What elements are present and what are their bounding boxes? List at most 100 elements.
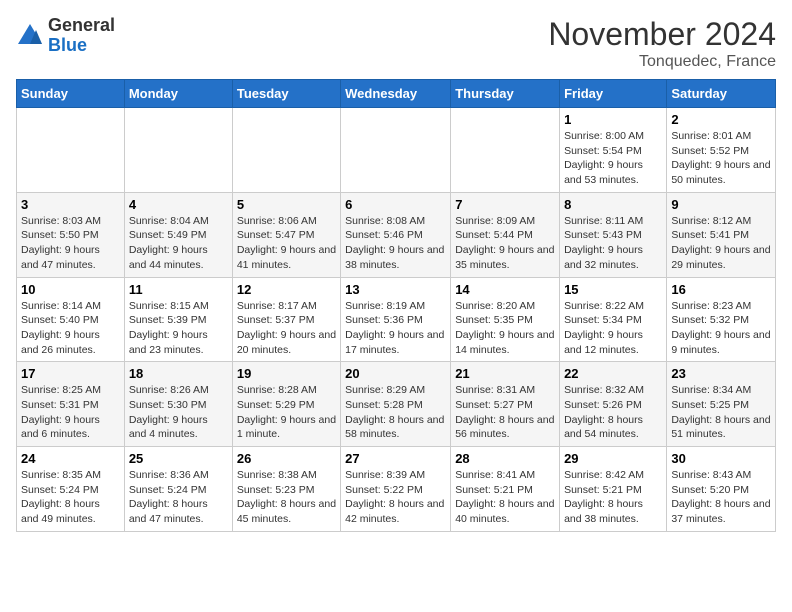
header-wednesday: Wednesday [341,80,451,108]
day-number: 17 [21,366,120,381]
day-detail: Sunrise: 8:20 AM Sunset: 5:35 PM Dayligh… [455,299,555,358]
calendar-cell: 12 Sunrise: 8:17 AM Sunset: 5:37 PM Dayli… [232,277,340,362]
day-number: 13 [345,282,446,297]
calendar-cell: 14 Sunrise: 8:20 AM Sunset: 5:35 PM Dayli… [451,277,560,362]
day-number: 4 [129,197,228,212]
day-detail: Sunrise: 8:31 AM Sunset: 5:27 PM Dayligh… [455,383,555,442]
logo-icon [16,22,44,50]
calendar-cell: 20 Sunrise: 8:29 AM Sunset: 5:28 PM Dayli… [341,362,451,447]
day-detail: Sunrise: 8:09 AM Sunset: 5:44 PM Dayligh… [455,214,555,273]
header: General Blue November 2024 Tonquedec, Fr… [16,16,776,71]
calendar-cell [451,108,560,193]
day-detail: Sunrise: 8:41 AM Sunset: 5:21 PM Dayligh… [455,468,555,527]
day-number: 14 [455,282,555,297]
day-detail: Sunrise: 8:08 AM Sunset: 5:46 PM Dayligh… [345,214,446,273]
calendar-cell [341,108,451,193]
day-detail: Sunrise: 8:00 AM Sunset: 5:54 PM Dayligh… [564,129,662,188]
day-detail: Sunrise: 8:01 AM Sunset: 5:52 PM Dayligh… [671,129,771,188]
day-number: 25 [129,451,228,466]
day-number: 12 [237,282,336,297]
day-number: 15 [564,282,662,297]
calendar-cell: 7 Sunrise: 8:09 AM Sunset: 5:44 PM Daylig… [451,192,560,277]
calendar-cell: 3 Sunrise: 8:03 AM Sunset: 5:50 PM Daylig… [17,192,125,277]
calendar-cell: 23 Sunrise: 8:34 AM Sunset: 5:25 PM Dayli… [667,362,776,447]
day-detail: Sunrise: 8:28 AM Sunset: 5:29 PM Dayligh… [237,383,336,442]
day-detail: Sunrise: 8:12 AM Sunset: 5:41 PM Dayligh… [671,214,771,273]
day-detail: Sunrise: 8:03 AM Sunset: 5:50 PM Dayligh… [21,214,120,273]
day-detail: Sunrise: 8:42 AM Sunset: 5:21 PM Dayligh… [564,468,662,527]
location: Tonquedec, France [548,53,776,71]
day-number: 5 [237,197,336,212]
calendar-cell: 21Sunrise: 8:31 AM Sunset: 5:27 PM Dayli… [451,362,560,447]
logo-general: General [48,15,115,35]
calendar-cell: 2 Sunrise: 8:01 AM Sunset: 5:52 PM Daylig… [667,108,776,193]
calendar-cell: 18 Sunrise: 8:26 AM Sunset: 5:30 PM Dayli… [124,362,232,447]
day-number: 3 [21,197,120,212]
calendar-cell: 15 Sunrise: 8:22 AM Sunset: 5:34 PM Dayli… [560,277,667,362]
day-detail: Sunrise: 8:25 AM Sunset: 5:31 PM Dayligh… [21,383,120,442]
day-number: 19 [237,366,336,381]
month-title: November 2024 [548,16,776,53]
day-number: 11 [129,282,228,297]
calendar-cell: 19 Sunrise: 8:28 AM Sunset: 5:29 PM Dayli… [232,362,340,447]
day-number: 2 [671,112,771,127]
calendar-cell: 8Sunrise: 8:11 AM Sunset: 5:43 PM Daylig… [560,192,667,277]
calendar-week-0: 1 Sunrise: 8:00 AM Sunset: 5:54 PM Daylig… [17,108,776,193]
header-tuesday: Tuesday [232,80,340,108]
day-detail: Sunrise: 8:43 AM Sunset: 5:20 PM Dayligh… [671,468,771,527]
day-number: 16 [671,282,771,297]
calendar-cell: 13 Sunrise: 8:19 AM Sunset: 5:36 PM Dayli… [341,277,451,362]
day-detail: Sunrise: 8:17 AM Sunset: 5:37 PM Dayligh… [237,299,336,358]
day-detail: Sunrise: 8:32 AM Sunset: 5:26 PM Dayligh… [564,383,662,442]
day-detail: Sunrise: 8:35 AM Sunset: 5:24 PM Dayligh… [21,468,120,527]
day-number: 7 [455,197,555,212]
calendar-cell: 27 Sunrise: 8:39 AM Sunset: 5:22 PM Dayli… [341,447,451,532]
calendar-week-2: 10Sunrise: 8:14 AM Sunset: 5:40 PM Dayli… [17,277,776,362]
day-detail: Sunrise: 8:39 AM Sunset: 5:22 PM Dayligh… [345,468,446,527]
header-monday: Monday [124,80,232,108]
day-number: 27 [345,451,446,466]
day-detail: Sunrise: 8:15 AM Sunset: 5:39 PM Dayligh… [129,299,228,358]
day-detail: Sunrise: 8:29 AM Sunset: 5:28 PM Dayligh… [345,383,446,442]
calendar-cell [17,108,125,193]
day-detail: Sunrise: 8:06 AM Sunset: 5:47 PM Dayligh… [237,214,336,273]
calendar-cell: 22 Sunrise: 8:32 AM Sunset: 5:26 PM Dayli… [560,362,667,447]
header-thursday: Thursday [451,80,560,108]
day-number: 6 [345,197,446,212]
day-detail: Sunrise: 8:14 AM Sunset: 5:40 PM Dayligh… [21,299,120,358]
day-number: 20 [345,366,446,381]
day-detail: Sunrise: 8:38 AM Sunset: 5:23 PM Dayligh… [237,468,336,527]
day-number: 29 [564,451,662,466]
header-saturday: Saturday [667,80,776,108]
day-number: 18 [129,366,228,381]
day-number: 24 [21,451,120,466]
calendar-cell [232,108,340,193]
day-number: 22 [564,366,662,381]
calendar-cell: 28 Sunrise: 8:41 AM Sunset: 5:21 PM Dayli… [451,447,560,532]
calendar-cell: 25Sunrise: 8:36 AM Sunset: 5:24 PM Dayli… [124,447,232,532]
day-detail: Sunrise: 8:23 AM Sunset: 5:32 PM Dayligh… [671,299,771,358]
day-number: 23 [671,366,771,381]
calendar-header-row: SundayMondayTuesdayWednesdayThursdayFrid… [17,80,776,108]
calendar-cell: 16 Sunrise: 8:23 AM Sunset: 5:32 PM Dayli… [667,277,776,362]
logo-text: General Blue [48,16,115,56]
calendar-cell: 26 Sunrise: 8:38 AM Sunset: 5:23 PM Dayli… [232,447,340,532]
day-number: 9 [671,197,771,212]
day-detail: Sunrise: 8:34 AM Sunset: 5:25 PM Dayligh… [671,383,771,442]
calendar-week-1: 3 Sunrise: 8:03 AM Sunset: 5:50 PM Daylig… [17,192,776,277]
calendar-cell: 11 Sunrise: 8:15 AM Sunset: 5:39 PM Dayli… [124,277,232,362]
calendar-cell: 5 Sunrise: 8:06 AM Sunset: 5:47 PM Daylig… [232,192,340,277]
day-number: 26 [237,451,336,466]
calendar-cell: 30 Sunrise: 8:43 AM Sunset: 5:20 PM Dayli… [667,447,776,532]
day-detail: Sunrise: 8:19 AM Sunset: 5:36 PM Dayligh… [345,299,446,358]
day-number: 30 [671,451,771,466]
calendar-cell: 6 Sunrise: 8:08 AM Sunset: 5:46 PM Daylig… [341,192,451,277]
logo-blue: Blue [48,35,87,55]
day-number: 1 [564,112,662,127]
header-friday: Friday [560,80,667,108]
day-detail: Sunrise: 8:22 AM Sunset: 5:34 PM Dayligh… [564,299,662,358]
day-detail: Sunrise: 8:26 AM Sunset: 5:30 PM Dayligh… [129,383,228,442]
calendar-cell: 10Sunrise: 8:14 AM Sunset: 5:40 PM Dayli… [17,277,125,362]
day-number: 28 [455,451,555,466]
logo: General Blue [16,16,115,56]
